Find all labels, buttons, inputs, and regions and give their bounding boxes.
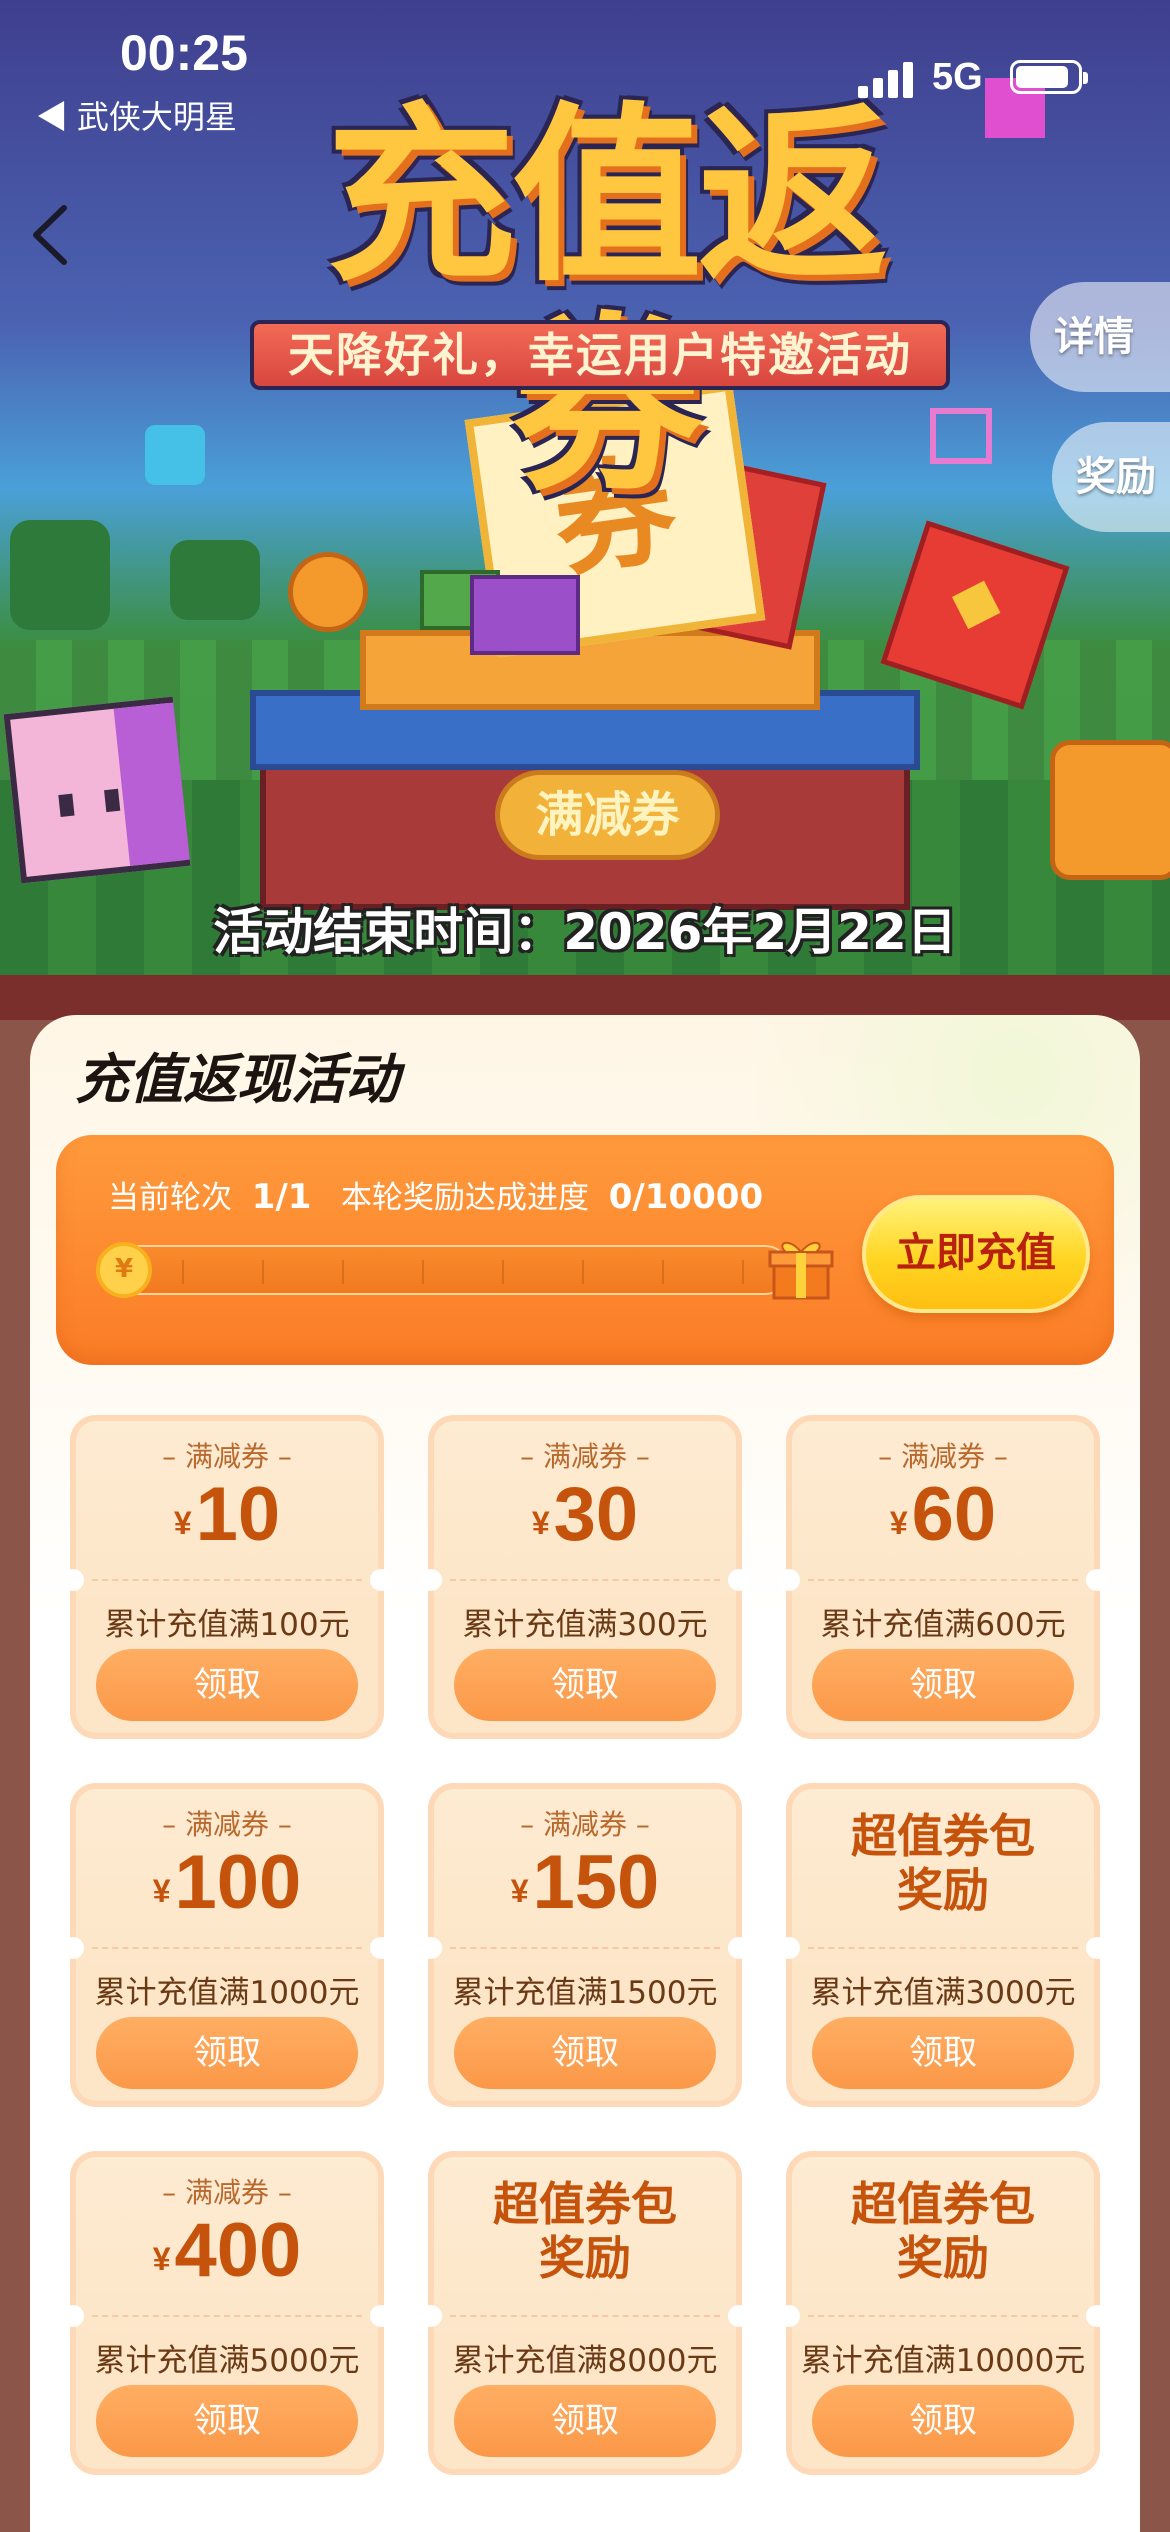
coupon-amount: ¥150 [510, 1840, 660, 1925]
coupon-amount: ¥30 [531, 1472, 639, 1557]
hero-subtitle: 天降好礼，幸运用户特邀活动 [250, 320, 950, 390]
pixel-frame-decoration [930, 408, 992, 464]
reward-condition: 累计充值满300元 [462, 1607, 708, 1643]
claim-button[interactable]: 领取 [812, 1649, 1074, 1721]
reward-card-pack: 超值券包 奖励 累计充值满8000元 领取 [420, 2151, 750, 2475]
reward-card: – 满减券 – ¥400 累计充值满5000元 领取 [62, 2151, 392, 2475]
reward-card-pack: 超值券包 奖励 累计充值满10000元 领取 [778, 2151, 1108, 2475]
coupon-amount: ¥60 [889, 1472, 997, 1557]
coupon-amount: ¥10 [173, 1472, 281, 1557]
coin-icon: ¥ [96, 1242, 152, 1298]
reward-condition: 累计充值满100元 [104, 1607, 350, 1643]
progress-value: 0/10000 [608, 1177, 764, 1217]
reward-condition: 累计充值满600元 [820, 1607, 1066, 1643]
reward-condition: 累计充值满3000元 [810, 1975, 1076, 2011]
reward-condition: 累计充值满1500元 [452, 1975, 718, 2011]
claim-button[interactable]: 领取 [812, 2385, 1074, 2457]
round-label: 当前轮次 [108, 1180, 232, 1216]
claim-button[interactable]: 领取 [96, 2385, 358, 2457]
gift-icon [766, 1232, 836, 1302]
stage-label: 满减券 [495, 770, 720, 860]
reward-condition: 累计充值满5000元 [94, 2343, 360, 2379]
back-arrow-icon[interactable] [26, 200, 76, 270]
reward-card: – 满减券 – ¥10 累计充值满100元 领取 [62, 1415, 392, 1739]
reward-condition: 累计充值满8000元 [452, 2343, 718, 2379]
round-value: 1/1 [251, 1177, 312, 1217]
reward-card: – 满减券 – ¥60 累计充值满600元 领取 [778, 1415, 1108, 1739]
pixel-coin [1050, 740, 1170, 880]
back-to-app-link[interactable]: ◀ 武侠大明星 [36, 92, 237, 138]
claim-button[interactable]: 领取 [812, 2017, 1074, 2089]
progress-bar [100, 1245, 790, 1295]
recharge-now-button[interactable]: 立即充值 [862, 1195, 1090, 1313]
reward-card: – 满减券 – ¥30 累计充值满300元 领取 [420, 1415, 750, 1739]
battery-icon [1010, 60, 1088, 94]
reward-card: – 满减券 – ¥100 累计充值满1000元 领取 [62, 1783, 392, 2107]
reward-card-pack: 超值券包 奖励 累计充值满3000元 领取 [778, 1783, 1108, 2107]
coupon-pack-title: 超值券包 奖励 [851, 1809, 1035, 1917]
coupon-amount: ¥100 [152, 1840, 302, 1925]
reward-condition: 累计充值满1000元 [94, 1975, 360, 2011]
claim-button[interactable]: 领取 [96, 2017, 358, 2089]
activity-title: 充值返现活动 [75, 1048, 399, 1111]
claim-button[interactable]: 领取 [454, 1649, 716, 1721]
claim-button[interactable]: 领取 [454, 2385, 716, 2457]
side-tab-reward[interactable]: 奖励 [1052, 422, 1170, 532]
gift-box [470, 575, 580, 655]
pixel-tree [170, 540, 260, 620]
claim-button[interactable]: 领取 [96, 1649, 358, 1721]
pixel-flower [145, 425, 205, 485]
coupon-pack-title: 超值券包 奖励 [493, 2177, 677, 2285]
activity-end-time: 活动结束时间：2026年2月22日 [213, 903, 957, 961]
banner-bottom-strip [0, 975, 1170, 1020]
coupon-pack-title: 超值券包 奖励 [851, 2177, 1035, 2285]
coupon-amount: ¥400 [152, 2208, 302, 2293]
side-tab-detail[interactable]: 详情 [1030, 282, 1170, 392]
pixel-tree [10, 520, 110, 630]
claim-button[interactable]: 领取 [454, 2017, 716, 2089]
hero-title: 充值返券 [325, 86, 888, 517]
status-time: 00:25 [120, 25, 248, 81]
round-progress-text: 当前轮次 1/1 本轮奖励达成进度 0/10000 [108, 1172, 763, 1217]
reward-card: – 满减券 – ¥150 累计充值满1500元 领取 [420, 1783, 750, 2107]
progress-label: 本轮奖励达成进度 [341, 1180, 590, 1216]
pixel-coin [288, 552, 368, 632]
pixel-character [3, 696, 191, 884]
reward-condition: 累计充值满10000元 [800, 2343, 1086, 2379]
